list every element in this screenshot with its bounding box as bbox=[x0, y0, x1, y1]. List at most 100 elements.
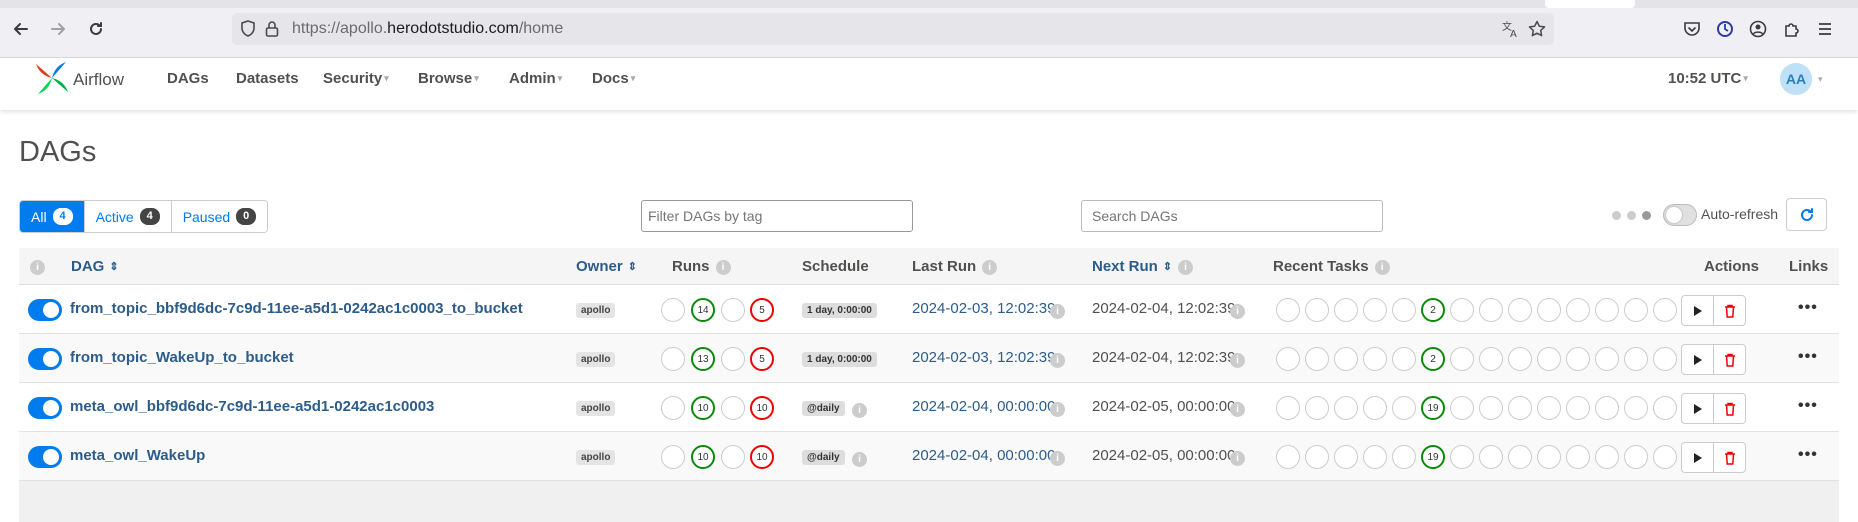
nav-browse[interactable]: Browse ▾ bbox=[418, 70, 479, 87]
run-failed-circle[interactable]: 10 bbox=[750, 445, 774, 469]
info-icon[interactable]: i bbox=[1230, 302, 1245, 320]
dag-active-toggle[interactable] bbox=[28, 446, 62, 468]
info-icon[interactable]: i bbox=[1230, 351, 1245, 369]
owner-badge[interactable]: apollo bbox=[576, 450, 616, 465]
pocket-icon[interactable] bbox=[1679, 16, 1705, 42]
task-state-circle[interactable] bbox=[1508, 445, 1532, 469]
task-state-circle[interactable] bbox=[1450, 396, 1474, 420]
last-run-link[interactable]: 2024-02-04, 00:00:00 bbox=[912, 447, 1055, 464]
task-state-circle[interactable] bbox=[1595, 347, 1619, 371]
dag-active-toggle[interactable] bbox=[28, 348, 62, 370]
dag-active-toggle[interactable] bbox=[28, 397, 62, 419]
task-success-circle[interactable]: 19 bbox=[1421, 396, 1445, 420]
run-failed-circle[interactable]: 5 bbox=[750, 347, 774, 371]
header-next-run[interactable]: Next Run ⇕ i bbox=[1092, 258, 1194, 275]
task-state-circle[interactable] bbox=[1363, 445, 1387, 469]
more-links-icon[interactable]: ••• bbox=[1798, 397, 1818, 415]
utc-clock[interactable]: 10:52 UTC ▾ bbox=[1668, 70, 1748, 87]
nav-admin[interactable]: Admin ▾ bbox=[509, 70, 562, 87]
more-links-icon[interactable]: ••• bbox=[1798, 446, 1818, 464]
task-state-circle[interactable] bbox=[1566, 298, 1590, 322]
task-state-circle[interactable] bbox=[1334, 298, 1358, 322]
last-run-link[interactable]: 2024-02-04, 00:00:00 bbox=[912, 398, 1055, 415]
task-state-circle[interactable] bbox=[1624, 298, 1648, 322]
task-state-circle[interactable] bbox=[1566, 396, 1590, 420]
task-state-circle[interactable] bbox=[1479, 298, 1503, 322]
run-state-circle[interactable] bbox=[721, 445, 745, 469]
info-icon[interactable]: i bbox=[30, 258, 45, 275]
task-state-circle[interactable] bbox=[1450, 445, 1474, 469]
task-state-circle[interactable] bbox=[1653, 298, 1677, 322]
airflow-logo-icon[interactable] bbox=[32, 58, 72, 98]
run-state-circle[interactable] bbox=[661, 445, 685, 469]
tag-filter-input[interactable] bbox=[641, 200, 913, 232]
info-icon[interactable]: i bbox=[1230, 400, 1245, 418]
filter-active-button[interactable]: Active 4 bbox=[84, 201, 172, 232]
filter-paused-button[interactable]: Paused 0 bbox=[171, 201, 268, 232]
run-state-circle[interactable] bbox=[721, 298, 745, 322]
owner-badge[interactable]: apollo bbox=[576, 352, 616, 367]
delete-dag-button[interactable] bbox=[1713, 295, 1746, 326]
task-state-circle[interactable] bbox=[1653, 396, 1677, 420]
nav-dags[interactable]: DAGs bbox=[167, 70, 209, 87]
task-state-circle[interactable] bbox=[1537, 298, 1561, 322]
task-state-circle[interactable] bbox=[1450, 298, 1474, 322]
task-state-circle[interactable] bbox=[1392, 445, 1416, 469]
task-state-circle[interactable] bbox=[1479, 396, 1503, 420]
filter-all-button[interactable]: All 4 bbox=[20, 201, 85, 232]
extensions-icon[interactable] bbox=[1779, 16, 1805, 42]
task-state-circle[interactable] bbox=[1508, 298, 1532, 322]
nav-security[interactable]: Security ▾ bbox=[323, 70, 389, 87]
translate-icon[interactable]: 文A bbox=[1502, 20, 1520, 43]
info-icon[interactable]: i bbox=[1178, 260, 1194, 275]
task-state-circle[interactable] bbox=[1276, 347, 1300, 371]
run-success-circle[interactable]: 13 bbox=[691, 347, 715, 371]
task-state-circle[interactable] bbox=[1276, 298, 1300, 322]
forward-icon[interactable] bbox=[45, 16, 71, 42]
delete-dag-button[interactable] bbox=[1713, 442, 1746, 473]
lock-icon[interactable] bbox=[265, 20, 279, 43]
task-state-circle[interactable] bbox=[1450, 347, 1474, 371]
task-state-circle[interactable] bbox=[1334, 347, 1358, 371]
info-icon[interactable]: i bbox=[1050, 302, 1065, 320]
task-state-circle[interactable] bbox=[1595, 445, 1619, 469]
task-state-circle[interactable] bbox=[1305, 347, 1329, 371]
task-state-circle[interactable] bbox=[1305, 445, 1329, 469]
task-state-circle[interactable] bbox=[1334, 396, 1358, 420]
task-state-circle[interactable] bbox=[1537, 347, 1561, 371]
task-state-circle[interactable] bbox=[1363, 347, 1387, 371]
trigger-dag-button[interactable] bbox=[1681, 295, 1714, 326]
task-state-circle[interactable] bbox=[1305, 396, 1329, 420]
task-state-circle[interactable] bbox=[1624, 347, 1648, 371]
info-icon[interactable]: i bbox=[1050, 400, 1065, 418]
task-state-circle[interactable] bbox=[1276, 396, 1300, 420]
brand-name[interactable]: Airflow bbox=[73, 70, 124, 90]
run-state-circle[interactable] bbox=[661, 396, 685, 420]
url-bar[interactable]: https://apollo.herodotstudio.com/home 文A bbox=[232, 13, 1554, 45]
trigger-dag-button[interactable] bbox=[1681, 344, 1714, 375]
more-links-icon[interactable]: ••• bbox=[1798, 348, 1818, 366]
task-state-circle[interactable] bbox=[1363, 396, 1387, 420]
run-failed-circle[interactable]: 10 bbox=[750, 396, 774, 420]
task-state-circle[interactable] bbox=[1653, 347, 1677, 371]
task-state-circle[interactable] bbox=[1624, 445, 1648, 469]
header-dag[interactable]: DAG ⇕ bbox=[71, 258, 119, 275]
dag-active-toggle[interactable] bbox=[28, 299, 62, 321]
run-success-circle[interactable]: 10 bbox=[691, 445, 715, 469]
dag-name-link[interactable]: from_topic_WakeUp_to_bucket bbox=[70, 349, 294, 366]
task-state-circle[interactable] bbox=[1595, 396, 1619, 420]
run-state-circle[interactable] bbox=[721, 347, 745, 371]
task-state-circle[interactable] bbox=[1363, 298, 1387, 322]
run-success-circle[interactable]: 14 bbox=[691, 298, 715, 322]
task-success-circle[interactable]: 19 bbox=[1421, 445, 1445, 469]
task-state-circle[interactable] bbox=[1334, 445, 1358, 469]
auto-refresh-toggle[interactable] bbox=[1663, 204, 1697, 226]
run-failed-circle[interactable]: 5 bbox=[750, 298, 774, 322]
delete-dag-button[interactable] bbox=[1713, 393, 1746, 424]
shield-icon[interactable] bbox=[240, 20, 256, 43]
info-icon[interactable]: i bbox=[1050, 351, 1065, 369]
info-icon[interactable]: i bbox=[982, 260, 998, 275]
task-state-circle[interactable] bbox=[1392, 298, 1416, 322]
info-icon[interactable]: i bbox=[852, 450, 867, 468]
extension-clock-icon[interactable] bbox=[1712, 16, 1738, 42]
